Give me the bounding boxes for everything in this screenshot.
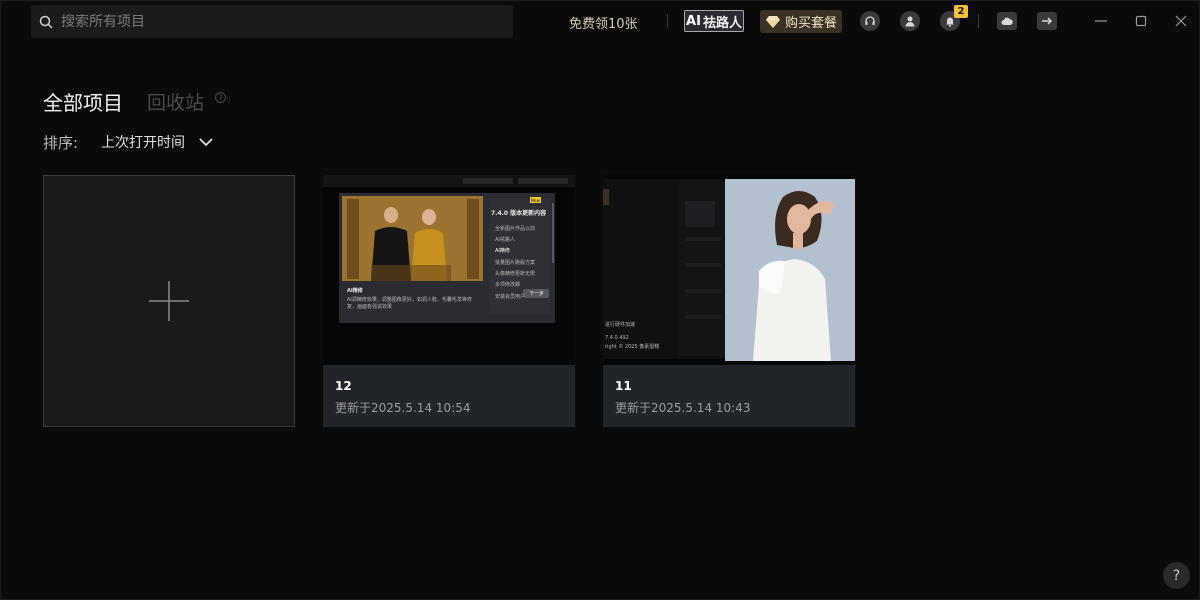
customer-service-button[interactable] <box>860 11 880 31</box>
project-updated: 更新于2025.5.14 10:43 <box>615 401 751 415</box>
thumbnail-image <box>323 175 575 365</box>
buy-package-button[interactable]: 购买套餐 <box>760 10 842 33</box>
recycle-bin-help-icon[interactable]: ? <box>215 92 226 103</box>
account-button[interactable] <box>900 11 920 31</box>
buy-button-label: 购买套餐 <box>784 16 837 31</box>
tab-all-projects[interactable]: 全部项目 <box>43 87 123 116</box>
app-window: 免费领10张 AI 祛路人 购买套餐 2 <box>0 0 1200 600</box>
headset-icon <box>865 16 875 25</box>
preview-next-button: 下一步 <box>529 291 545 297</box>
project-info: 11 更新于2025.5.14 10:43 <box>603 365 855 427</box>
search-icon <box>39 15 53 29</box>
divider <box>667 14 668 28</box>
chevron-down-icon <box>199 138 213 147</box>
ai-mark: AI <box>686 13 701 29</box>
ai-remove-passerby-button[interactable]: AI 祛路人 <box>684 10 744 32</box>
close-icon <box>1175 15 1187 27</box>
preview-menu-item: 多项修改脚 <box>495 282 521 288</box>
preview-title: 7.4.0 版本更新内容 <box>491 210 547 217</box>
preview-tag: New <box>531 198 540 203</box>
preview-menu-item: 批量图片跑版方案 <box>495 260 536 266</box>
preview-menu-item: AI精修 <box>495 248 510 254</box>
preview-menu-item: 全新图片作品以前 <box>495 226 536 232</box>
sort-label: 排序: <box>43 134 79 152</box>
export-button[interactable] <box>1037 12 1057 30</box>
notification-badge: 2 <box>954 5 968 18</box>
tab-recycle-bin[interactable]: 回收站 <box>147 88 204 115</box>
preview-caption-text: AI调精修效果，调整图像更好，如调人脸、毛囊毛发等修复，画面有强说效果 <box>347 297 472 310</box>
search-bar[interactable] <box>31 5 513 38</box>
divider <box>978 14 979 28</box>
project-name: 11 <box>615 379 632 393</box>
plus-icon <box>149 281 189 321</box>
cloud-button[interactable] <box>997 12 1017 30</box>
help-button[interactable]: ? <box>1163 562 1190 589</box>
preview-text: 7.4.0.492 <box>605 335 629 341</box>
diamond-icon <box>765 15 780 28</box>
project-name: 12 <box>335 379 352 393</box>
minimize-icon <box>1095 20 1107 22</box>
minimize-button[interactable] <box>1091 11 1111 31</box>
search-input[interactable] <box>61 13 501 30</box>
arrow-right-icon <box>1042 17 1053 25</box>
close-button[interactable] <box>1171 11 1191 31</box>
sort-dropdown[interactable]: 上次打开时间 <box>101 132 213 152</box>
user-icon <box>905 16 915 27</box>
preview-text: right © 2025 像素蛋糕 <box>605 344 660 350</box>
free-credits-link[interactable]: 免费领10张 <box>569 13 638 32</box>
project-card[interactable]: 进行硬件加速 7.4.0.492 right © 2025 像素蛋糕 11 更新… <box>603 175 855 427</box>
preview-menu-item: AI祛路人 <box>495 237 515 243</box>
preview-text: 进行硬件加速 <box>605 322 636 328</box>
project-thumbnail: 进行硬件加速 7.4.0.492 right © 2025 像素蛋糕 <box>603 175 855 365</box>
preview-menu-item: 安装会员用户 <box>495 294 526 300</box>
cloud-icon <box>1001 17 1013 25</box>
thumbnail-image <box>603 175 855 365</box>
ai-button-label: 祛路人 <box>702 15 742 31</box>
project-card[interactable]: 7.4.0 版本更新内容 New 全新图片作品以前 AI祛路人 AI精修 批量图… <box>323 175 575 427</box>
sort-value: 上次打开时间 <box>101 135 185 151</box>
maximize-icon <box>1135 15 1147 27</box>
project-thumbnail: 7.4.0 版本更新内容 New 全新图片作品以前 AI祛路人 AI精修 批量图… <box>323 175 575 365</box>
preview-menu-item: 头像精修更新无限 <box>495 271 536 277</box>
project-updated: 更新于2025.5.14 10:54 <box>335 401 471 415</box>
project-info: 12 更新于2025.5.14 10:54 <box>323 365 575 427</box>
maximize-button[interactable] <box>1131 11 1151 31</box>
preview-caption-title: AI精修 <box>347 288 363 294</box>
new-project-button[interactable] <box>43 175 295 427</box>
